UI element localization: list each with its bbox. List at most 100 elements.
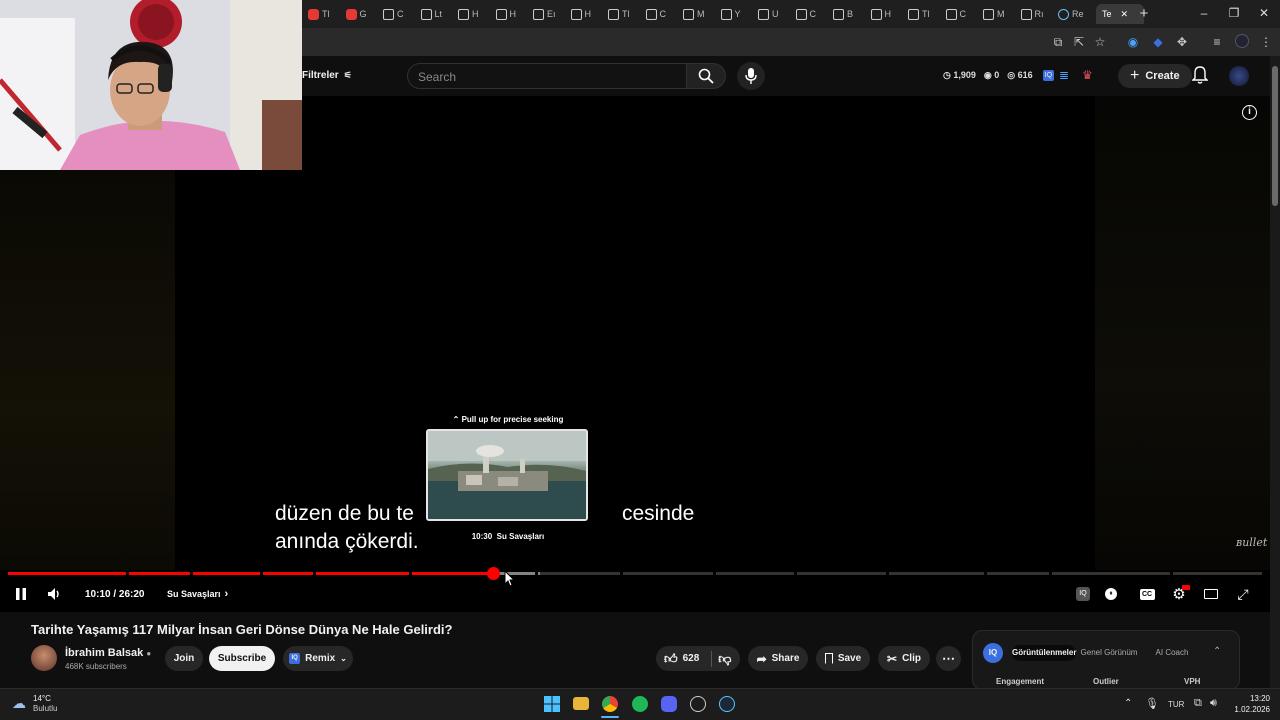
browser-tab[interactable]: G [340,4,374,24]
join-button[interactable]: Join [165,646,203,671]
install-app-icon[interactable]: ⇱ [1071,34,1087,50]
subscriber-count: 468K subscribers [65,662,127,671]
theater-mode-button[interactable] [1203,585,1219,603]
autoplay-toggle[interactable]: ⏸ [1104,585,1118,603]
chapter-button[interactable]: Su Savaşları › [167,585,228,603]
extension-shield-icon[interactable]: ◆ [1150,34,1166,50]
weather-widget[interactable]: 14°C Bulutlu [33,694,57,714]
browser-tab[interactable]: C [790,4,824,24]
volume-button[interactable] [46,585,64,603]
captions-button[interactable]: CC [1139,585,1155,603]
file-explorer-icon[interactable] [573,697,589,710]
theater-icon [1204,589,1218,599]
voice-search-button[interactable] [737,62,765,90]
channel-avatar[interactable] [31,645,57,671]
maximize-button[interactable]: ❐ [1224,6,1244,20]
pause-button[interactable] [12,585,30,603]
profile-avatar-icon[interactable] [1234,34,1250,50]
subscribe-button[interactable]: Subscribe [209,646,275,671]
start-windows-icon[interactable] [544,696,560,712]
progress-scrubber-handle[interactable] [486,567,500,580]
browser-tab[interactable]: Rı [1015,4,1049,24]
iq-tab-overview[interactable]: Genel Görünüm [1079,645,1139,661]
tray-mic-icon[interactable]: 🎙︎ [1145,697,1159,710]
share-button[interactable]: ➦ Share [748,646,808,671]
browser-tab[interactable]: C [640,4,674,24]
more-actions-button[interactable]: ⋯ [936,646,961,671]
chrome-icon[interactable] [602,696,618,712]
extension-vidiq-icon[interactable]: ◉ [1125,34,1141,50]
translate-icon[interactable]: ⧉ [1050,34,1066,50]
steam-icon[interactable] [719,696,735,712]
bookmark-star-icon[interactable]: ☆ [1092,34,1108,50]
speaker-icon[interactable]: 🔊︎ [1210,697,1217,710]
search-button[interactable] [686,63,726,89]
iq-tab-ai-coach[interactable]: AI Coach [1148,645,1196,661]
discord-icon[interactable] [661,696,677,712]
extensions-puzzle-icon[interactable]: ✥ [1174,34,1190,50]
notifications-button[interactable] [1191,66,1209,89]
clock[interactable]: 13:20 1.02.2026 [1228,693,1270,715]
clip-button[interactable]: ✂ Clip [878,646,930,671]
dislike-button[interactable]: 👎︎ [718,651,731,667]
browser-tab[interactable]: M [677,4,711,24]
channel-name[interactable]: İbrahim Balsak [65,647,143,659]
browser-tab[interactable]: H [490,4,524,24]
browser-tab[interactable]: M [977,4,1011,24]
browser-tab-label: C [397,9,404,19]
tab-search-icon[interactable]: ≡ [1209,34,1225,50]
minimize-button[interactable]: – [1194,6,1214,20]
scrollbar-thumb[interactable] [1272,66,1278,206]
new-tab-button[interactable]: + [1134,5,1154,22]
progress-bar[interactable] [8,567,1262,580]
tray-overflow-chevron-icon[interactable]: ⌃ [1124,698,1132,709]
close-tab-icon[interactable]: ✕ [1121,9,1129,20]
close-window-button[interactable]: ✕ [1254,6,1274,20]
language-indicator[interactable]: TUR [1168,700,1184,709]
create-button[interactable]: + Create [1118,64,1192,88]
share-label: Share [771,653,800,664]
like-button[interactable]: 👍︎ 628 [664,651,699,667]
search-input[interactable]: Search [407,63,687,89]
channel-name-row[interactable]: İbrahim Balsak ● [65,647,151,659]
weather-cloud-icon[interactable]: ☁ [12,695,26,712]
settings-button[interactable]: ⚙ [1171,585,1190,603]
account-avatar[interactable] [1229,66,1249,86]
browser-tab[interactable]: Lt [415,4,449,24]
collapse-chevron-icon[interactable]: ⌃ [1213,646,1221,657]
chatgpt-icon[interactable] [690,696,706,712]
browser-tab[interactable]: Re [1052,4,1086,24]
network-icon[interactable]: ⧉ [1194,697,1202,710]
browser-tab[interactable]: Eı [527,4,561,24]
save-button[interactable]: Save [816,646,870,671]
info-icon[interactable]: i [1242,105,1257,120]
vidiq-list-icon[interactable]: ≣ [1059,68,1069,82]
trophy-icon[interactable]: ♛ [1082,68,1093,82]
fullscreen-button[interactable]: ⤢ [1235,585,1251,603]
db-favicon-icon [383,8,394,20]
browser-tab-label: Rı [1034,9,1044,19]
clock-time: 13:20 [1249,694,1270,703]
iq-tab-views[interactable]: Görüntülenmeler [1012,645,1076,661]
clip-label: Clip [902,653,921,664]
browser-tab[interactable]: Y [715,4,749,24]
browser-tab[interactable]: Tl [302,4,336,24]
browser-tab[interactable]: C [377,4,411,24]
seek-hint-text: Pull up for precise seeking [461,415,564,424]
spotify-icon[interactable] [632,696,648,712]
browser-tab[interactable]: U [752,4,786,24]
browser-tab[interactable]: H [565,4,599,24]
browser-tab[interactable]: Tl [902,4,936,24]
browser-tab[interactable]: C [940,4,974,24]
filters-button[interactable]: Filtreler ⚟ [302,70,352,81]
vidiq-stats-bar: ◷ 1,909 ◉ 0 ◎ 616 [943,70,1033,81]
browser-tab[interactable]: H [865,4,899,24]
browser-menu-icon[interactable]: ⋮ [1258,34,1274,50]
browser-tab[interactable]: Tl [602,4,636,24]
vidiq-badge-icon[interactable]: IQ [1043,70,1054,81]
vidiq-player-button[interactable]: IQ [1075,585,1091,603]
remix-button[interactable]: IQ Remix ⌄ [283,646,353,671]
comments-stat: ◎ 616 [1007,70,1032,81]
browser-tab[interactable]: H [452,4,486,24]
browser-tab[interactable]: B [827,4,861,24]
